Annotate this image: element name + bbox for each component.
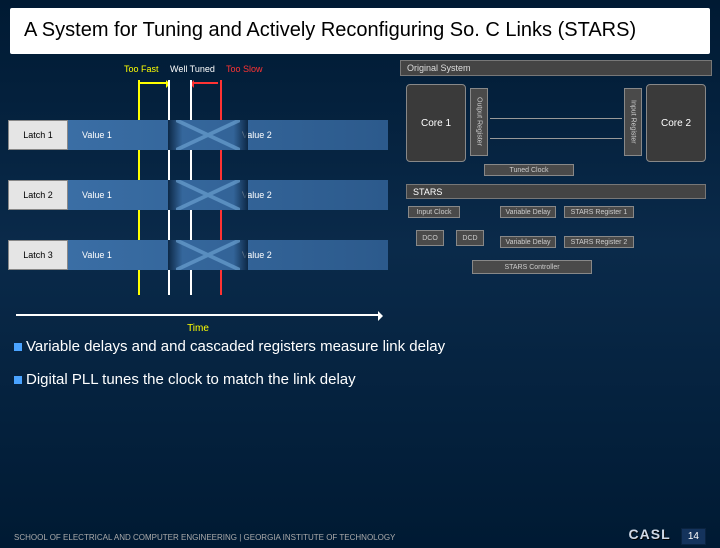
content-area: Too Fast Well Tuned Too Slow Latch 1 Val… — [0, 54, 720, 330]
value-1: Value 1 — [82, 130, 112, 140]
bullet-1: Variable delays and and cascaded registe… — [14, 338, 706, 355]
slide-title-box: A System for Tuning and Actively Reconfi… — [10, 8, 710, 54]
arrow-too-slow — [194, 82, 218, 84]
footer-school: SCHOOL OF ELECTRICAL AND COMPUTER ENGINE… — [14, 533, 395, 542]
input-clock: Input Clock — [408, 206, 460, 218]
latch-row: Latch 2 Value 1 Value 2 — [8, 180, 388, 210]
waveform: Value 1 Value 2 — [68, 120, 388, 150]
dcd-block: DCD — [456, 230, 484, 246]
bullet-2: Digital PLL tunes the clock to match the… — [14, 371, 706, 388]
tuned-clock: Tuned Clock — [484, 164, 574, 176]
output-register: Output Register — [470, 88, 488, 156]
stars-section-label: STARS — [406, 184, 706, 199]
latch-label: Latch 2 — [8, 180, 68, 210]
latch-label: Latch 1 — [8, 120, 68, 150]
stars-controller: STARS Controller — [472, 260, 592, 274]
latch-row: Latch 1 Value 1 Value 2 — [8, 120, 388, 150]
latch-label: Latch 3 — [8, 240, 68, 270]
slide-title: A System for Tuning and Actively Reconfi… — [24, 18, 696, 42]
page-number: 14 — [681, 528, 706, 545]
value-1: Value 1 — [82, 250, 112, 260]
arrow-too-fast — [140, 82, 166, 84]
label-too-fast: Too Fast — [124, 64, 168, 74]
label-well-tuned: Well Tuned — [170, 64, 224, 74]
value-1: Value 1 — [82, 190, 112, 200]
time-axis — [16, 314, 380, 316]
variable-delay-2: Variable Delay — [500, 236, 556, 248]
core-2: Core 2 — [646, 84, 706, 162]
core-1: Core 1 — [406, 84, 466, 162]
bullet-list: Variable delays and and cascaded registe… — [0, 338, 720, 388]
label-too-slow: Too Slow — [226, 64, 276, 74]
timing-labels: Too Fast Well Tuned Too Slow — [8, 64, 388, 74]
waveform: Value 1 Value 2 — [68, 240, 388, 270]
latch-row: Latch 3 Value 1 Value 2 — [8, 240, 388, 270]
diagram-title: Original System — [400, 60, 712, 76]
stars-register-1: STARS Register 1 — [564, 206, 634, 218]
timing-diagram: Too Fast Well Tuned Too Slow Latch 1 Val… — [8, 60, 388, 330]
input-register: Input Register — [624, 88, 642, 156]
bullet-icon — [14, 343, 22, 351]
link-wire — [490, 138, 622, 139]
waveform: Value 1 Value 2 — [68, 180, 388, 210]
time-axis-label: Time — [8, 323, 388, 334]
link-wire — [490, 118, 622, 119]
block-diagram: Original System Core 1 Core 2 Output Reg… — [400, 60, 712, 320]
bullet-icon — [14, 376, 22, 384]
stars-register-2: STARS Register 2 — [564, 236, 634, 248]
dco-block: DCO — [416, 230, 444, 246]
variable-delay-1: Variable Delay — [500, 206, 556, 218]
